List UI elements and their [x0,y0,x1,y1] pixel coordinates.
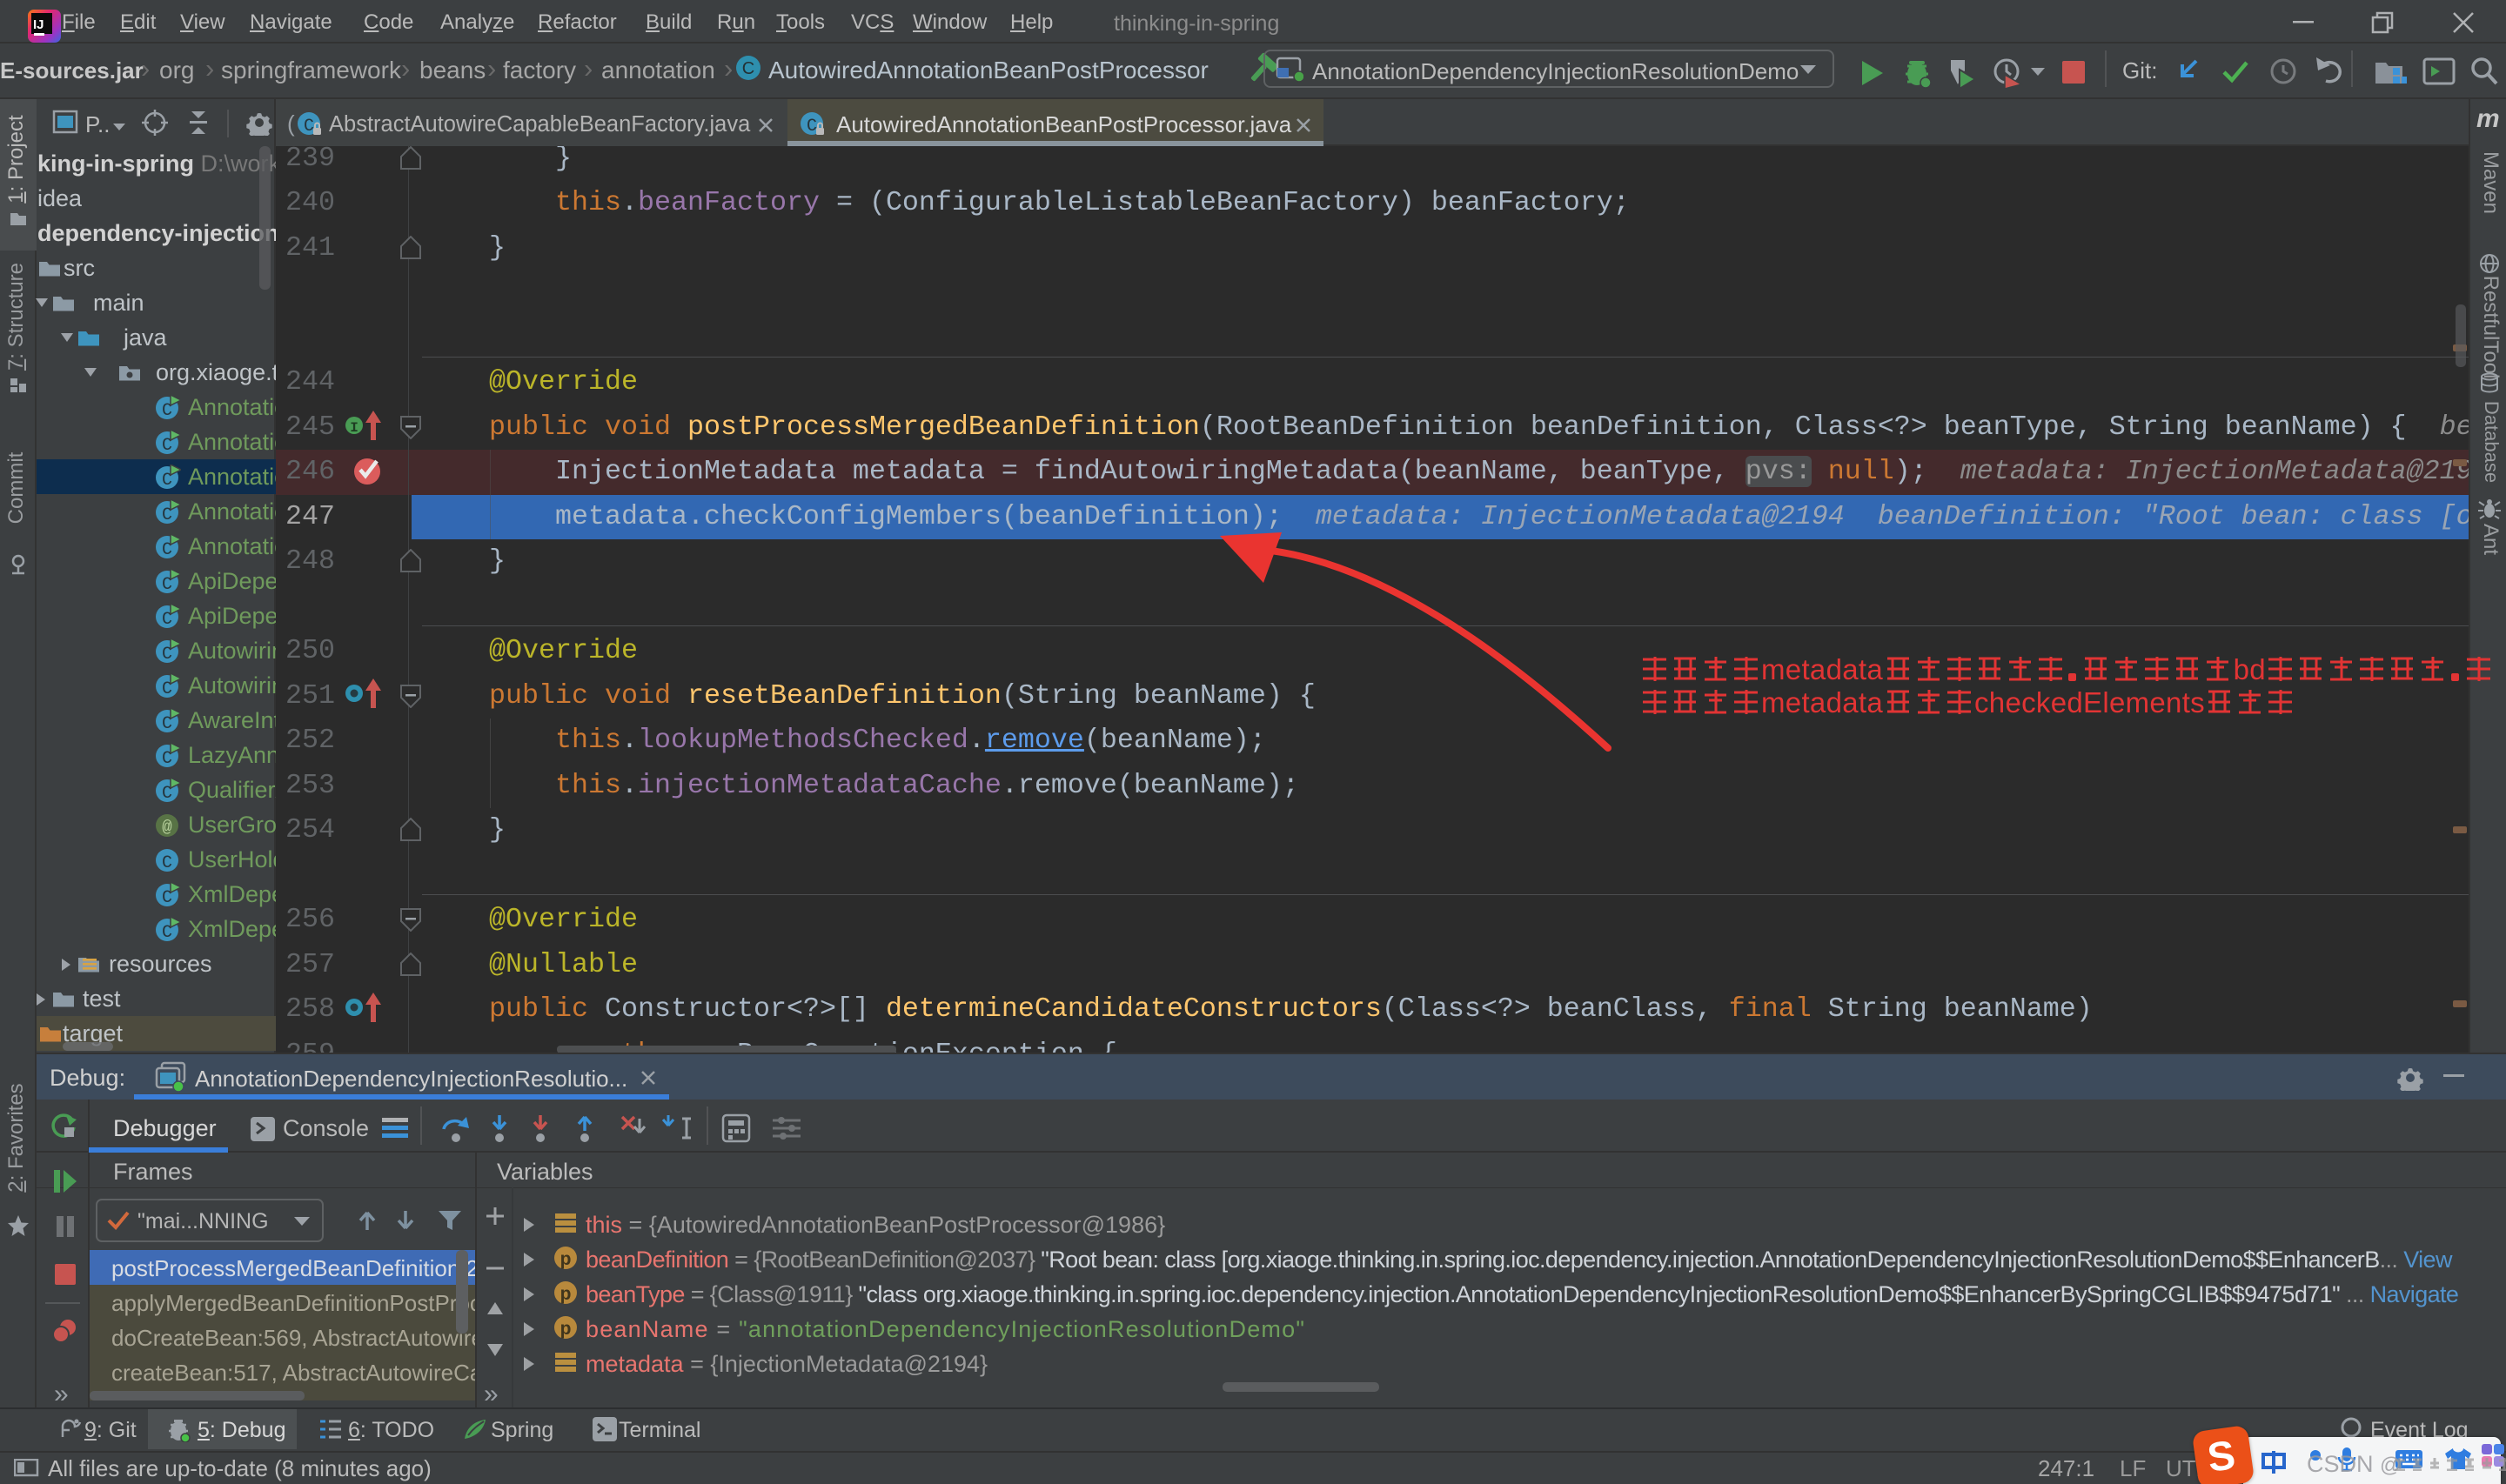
svg-text:@: @ [162,818,172,837]
svg-text:C: C [304,117,314,137]
svg-text:p: p [560,1319,572,1339]
svg-text:C: C [807,117,817,137]
svg-text:C: C [162,853,172,873]
svg-text:IJ: IJ [33,17,44,32]
svg-text:p: p [560,1284,572,1304]
svg-text:p: p [560,1249,572,1269]
svg-text:(: ( [287,110,295,137]
svg-text:I: I [350,420,358,436]
svg-text:C: C [742,59,754,78]
